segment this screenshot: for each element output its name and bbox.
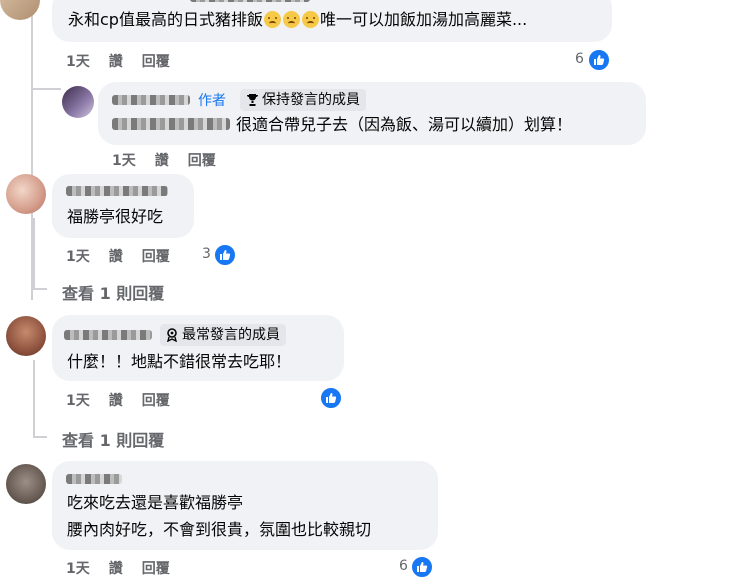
reaction-count[interactable]: 6 [399,558,408,574]
avatar[interactable] [6,316,46,356]
commenter-name[interactable] [64,330,152,340]
comment-actions: 1天 讚 回覆 [66,51,189,71]
comment-actions: 1天 讚 回覆 [66,246,189,266]
reply-button[interactable]: 回覆 [142,249,170,265]
avatar[interactable] [62,86,94,118]
thread-line [33,360,35,436]
like-icon[interactable] [319,386,343,410]
like-icon[interactable] [587,48,611,72]
thread-line [33,88,61,90]
comment-actions: 1天 讚 回覆 [66,558,189,578]
view-replies-link[interactable]: 查看 1 則回覆 [62,280,164,304]
comment-text: 永和cp值最高的日式豬排飯 唯一可以加飯加湯加高麗菜... [68,9,527,31]
comment-text-part: 唯一可以加飯加湯加高麗菜... [319,10,528,29]
member-badge-icon [167,328,177,342]
reply-button[interactable]: 回覆 [142,54,170,70]
commenter-name[interactable] [66,474,122,484]
reaction-count[interactable]: 6 [575,51,584,67]
comment-text: 很適合帶兒子去（因為飯、湯可以續加）划算！ [236,115,573,134]
commenter-name[interactable] [112,95,190,105]
trophy-icon [247,94,258,106]
like-icon[interactable] [213,243,237,267]
comment-text-part: 永和cp值最高的日式豬排飯 [68,10,263,29]
like-button[interactable]: 讚 [109,54,123,70]
commenter-name[interactable] [190,0,310,2]
sad-emoji-icon [301,11,319,28]
sad-emoji-icon [282,11,300,28]
comment-actions: 1天 讚 回覆 [66,390,189,410]
reply-button[interactable]: 回覆 [188,153,216,169]
avatar[interactable] [0,0,40,20]
timestamp[interactable]: 1天 [66,561,90,577]
avatar[interactable] [6,464,46,504]
timestamp[interactable]: 1天 [112,153,136,169]
thread-line [33,288,47,290]
avatar[interactable] [6,174,46,214]
reaction-count[interactable]: 3 [202,246,211,262]
commenter-name-line2[interactable] [112,118,230,130]
thread-line [33,218,35,288]
comment-actions: 1天 讚 回覆 [112,150,235,170]
commenter-name[interactable] [66,186,168,196]
like-icon[interactable] [410,555,434,579]
badge-label: 保持發言的成員 [262,92,360,108]
member-badge[interactable]: 保持發言的成員 [240,89,366,111]
comment-text-line1: 吃來吃去還是喜歡福勝亭 [67,493,244,512]
author-tag: 作者 [198,93,226,109]
like-button[interactable]: 讚 [109,561,123,577]
reply-button[interactable]: 回覆 [142,561,170,577]
like-button[interactable]: 讚 [109,249,123,265]
view-replies-link[interactable]: 查看 1 則回覆 [62,427,164,451]
timestamp[interactable]: 1天 [66,249,90,265]
like-button[interactable]: 讚 [155,153,169,169]
timestamp[interactable]: 1天 [66,54,90,70]
thread-line [33,436,47,438]
sad-emoji-icon [263,11,281,28]
timestamp[interactable]: 1天 [66,393,90,409]
comment-text: 什麼！！地點不錯很常去吃耶！ [67,352,292,371]
reply-button[interactable]: 回覆 [142,393,170,409]
badge-label: 最常發言的成員 [182,327,280,343]
comment-text: 福勝亭很好吃 [67,207,164,226]
comment-text-line2: 腰內肉好吃，不會到很貴，氛圍也比較親切 [67,520,372,539]
like-button[interactable]: 讚 [109,393,123,409]
member-badge[interactable]: 最常發言的成員 [160,324,286,346]
